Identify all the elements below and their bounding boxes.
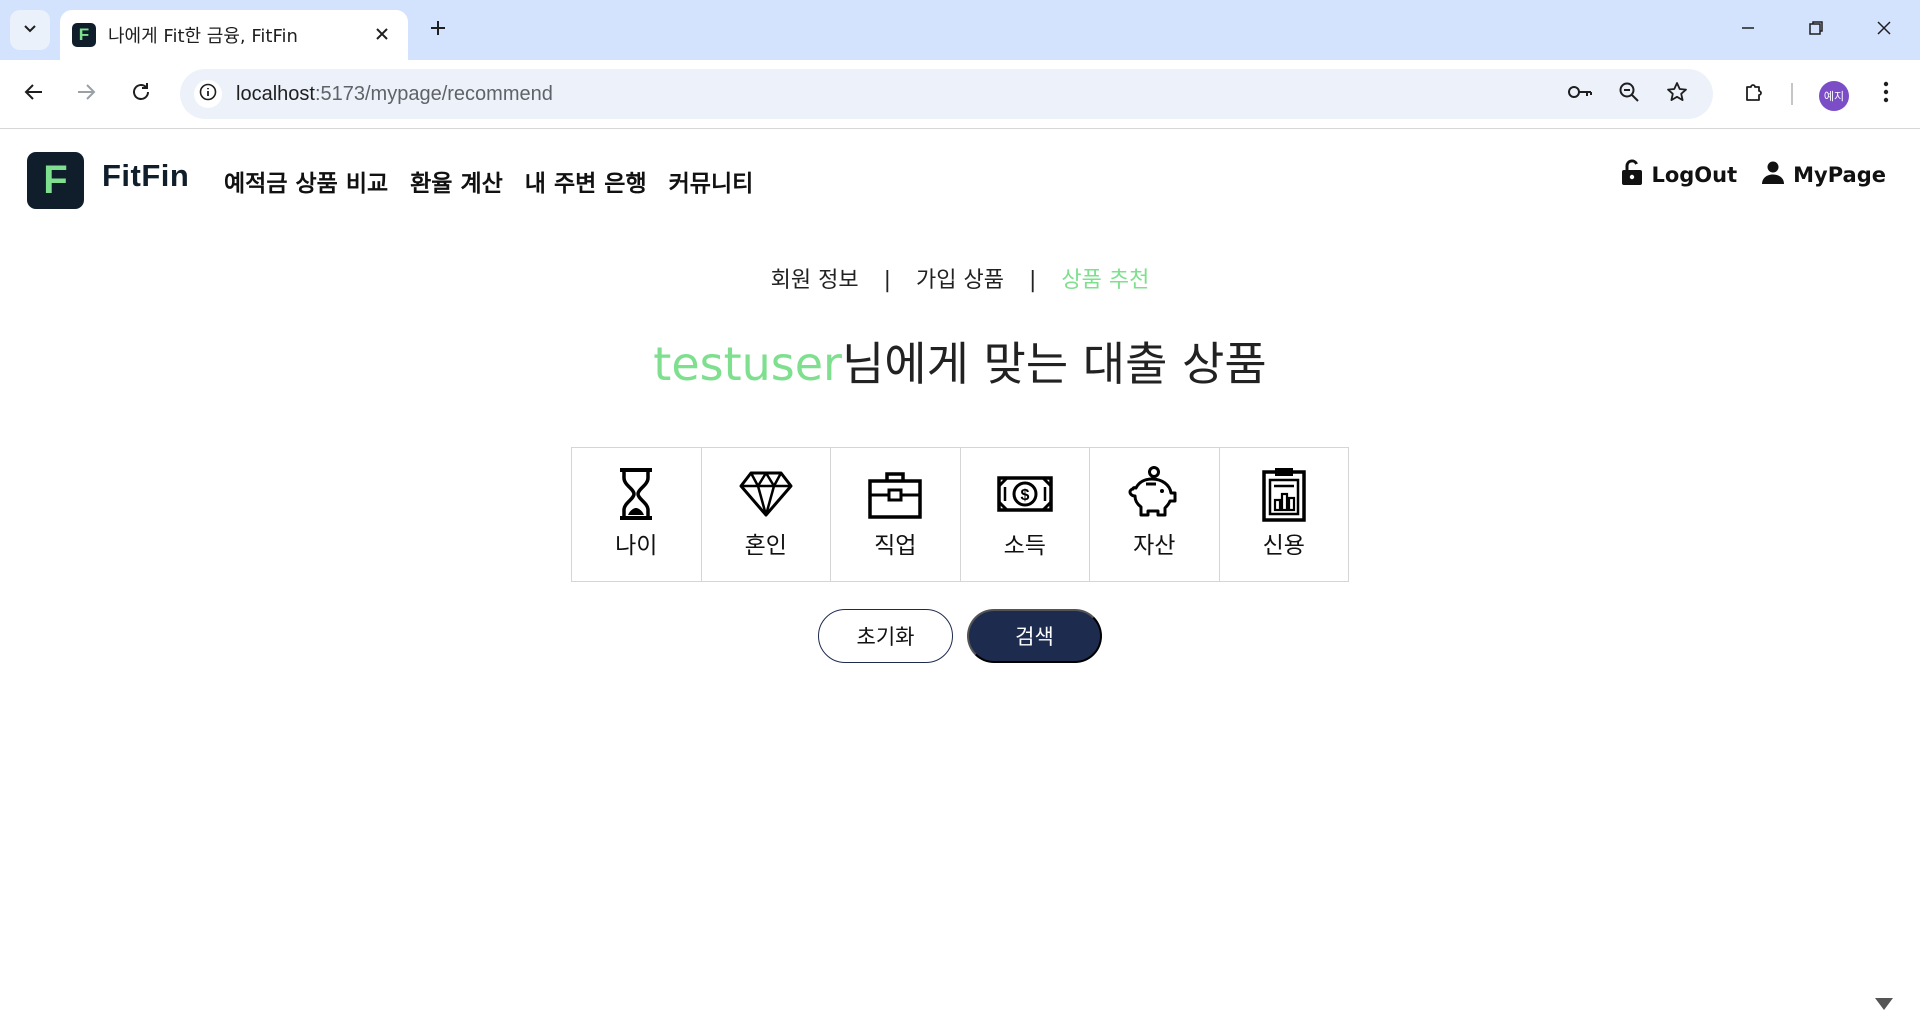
url-path: :5173/mypage/recommend (314, 83, 553, 105)
chevron-down-icon (22, 20, 38, 40)
category-age[interactable]: 나이 (572, 448, 702, 581)
close-icon (375, 26, 389, 45)
url-host: localhost (236, 83, 315, 105)
reload-icon (130, 81, 152, 107)
tab-title: 나에게 Fit한 금융, FitFin (108, 26, 298, 47)
subnav-member-info[interactable]: 회원 정보 (771, 262, 859, 294)
category-credit[interactable]: 신용 (1219, 448, 1348, 581)
window-close-button[interactable] (1850, 0, 1918, 60)
main-nav: 예적금 상품 비교 환율 계산 내 주변 은행 커뮤니티 (224, 164, 753, 198)
nav-community[interactable]: 커뮤니티 (669, 164, 754, 198)
diamond-icon (738, 466, 794, 522)
puzzle-icon (1743, 81, 1765, 107)
info-icon (199, 83, 217, 105)
title-suffix: 님에게 맞는 대출 상품 (841, 337, 1267, 391)
tab-favicon: F (72, 23, 96, 47)
reset-button[interactable]: 초기화 (818, 609, 953, 663)
chevron-down-icon (1873, 995, 1895, 1017)
category-filter-grid: 나이 혼인 직업 $ 소득 자산 신용 (571, 447, 1349, 582)
zoom-button[interactable] (1615, 80, 1643, 108)
category-job[interactable]: 직업 (831, 448, 961, 581)
bookmark-button[interactable] (1663, 80, 1691, 108)
user-icon (1761, 160, 1785, 189)
nav-deposit-compare[interactable]: 예적금 상품 비교 (224, 164, 388, 198)
password-button[interactable] (1566, 80, 1594, 108)
subnav-joined-products[interactable]: 가입 상품 (916, 262, 1004, 294)
zoom-out-icon (1618, 81, 1640, 107)
restore-button[interactable] (1782, 0, 1850, 60)
toolbar-separator (1791, 83, 1793, 105)
forward-button[interactable] (66, 74, 106, 114)
mypage-subnav: 회원 정보 | 가입 상품 | 상품 추천 (0, 262, 1920, 294)
unlock-icon (1621, 158, 1643, 191)
title-username: testuser (653, 337, 842, 391)
category-label: 자산 (1133, 533, 1176, 559)
svg-text:$: $ (1020, 487, 1029, 504)
minimize-button[interactable] (1714, 0, 1782, 60)
logout-link[interactable]: LogOut (1621, 158, 1737, 191)
hourglass-icon (608, 466, 664, 522)
tab-close-button[interactable] (368, 21, 396, 49)
browser-menu-button[interactable] (1866, 74, 1906, 114)
nav-exchange-calc[interactable]: 환율 계산 (410, 164, 503, 198)
subnav-separator: | (883, 268, 892, 293)
category-label: 나이 (615, 533, 658, 559)
search-button[interactable]: 검색 (967, 609, 1102, 663)
category-label: 소득 (1003, 533, 1046, 559)
url-text[interactable]: localhost:5173/mypage/recommend (236, 69, 553, 119)
logo-text[interactable]: FitFin (102, 158, 189, 194)
logo-mark[interactable]: F (27, 152, 84, 209)
nav-nearby-bank[interactable]: 내 주변 은행 (525, 164, 647, 198)
restore-icon (1808, 20, 1824, 40)
minimize-icon (1740, 20, 1756, 40)
clipboard-chart-icon (1256, 466, 1312, 522)
browser-tab[interactable]: F 나에게 Fit한 금융, FitFin (60, 10, 408, 60)
mypage-label: MyPage (1793, 162, 1886, 187)
browser-tab-bar: F 나에게 Fit한 금융, FitFin (0, 0, 1920, 60)
key-icon (1567, 84, 1593, 104)
banknote-icon: $ (997, 466, 1053, 522)
browser-toolbar: localhost:5173/mypage/recommend (0, 60, 1920, 129)
new-tab-button[interactable] (420, 12, 456, 48)
subnav-recommend[interactable]: 상품 추천 (1061, 262, 1149, 294)
extensions-button[interactable] (1734, 74, 1774, 114)
reload-button[interactable] (121, 74, 161, 114)
arrow-right-icon (75, 81, 97, 107)
arrow-left-icon (23, 81, 45, 107)
category-assets[interactable]: 자산 (1090, 448, 1220, 581)
logout-label: LogOut (1651, 162, 1738, 187)
category-label: 직업 (874, 533, 917, 559)
kebab-menu-icon (1883, 81, 1889, 107)
scroll-down-indicator[interactable] (1867, 992, 1901, 1020)
site-info-button[interactable] (194, 80, 222, 108)
subnav-separator: | (1028, 268, 1037, 293)
plus-icon (429, 19, 447, 41)
close-icon (1876, 20, 1892, 40)
tab-list-button[interactable] (10, 10, 50, 50)
back-button[interactable] (14, 74, 54, 114)
category-label: 신용 (1262, 533, 1305, 559)
address-bar[interactable]: localhost:5173/mypage/recommend (180, 69, 1713, 119)
piggy-bank-icon (1126, 466, 1182, 522)
star-icon (1666, 81, 1688, 107)
mypage-link[interactable]: MyPage (1761, 160, 1886, 189)
category-income[interactable]: $ 소득 (960, 448, 1090, 581)
header-account-links: LogOut MyPage (1621, 158, 1886, 191)
briefcase-icon (867, 466, 923, 522)
profile-avatar[interactable]: 예지 (1819, 81, 1849, 111)
page-title: testuser님에게 맞는 대출 상품 (0, 328, 1920, 394)
category-marriage[interactable]: 혼인 (701, 448, 831, 581)
site-header: F FitFin 예적금 상품 비교 환율 계산 내 주변 은행 커뮤니티 Lo… (0, 130, 1920, 230)
category-label: 혼인 (744, 533, 787, 559)
